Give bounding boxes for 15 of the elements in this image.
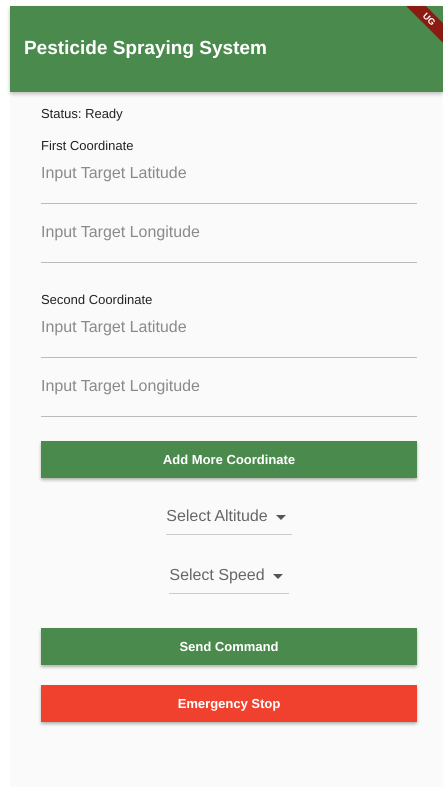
input-field[interactable]: Input Target Latitude <box>41 157 417 204</box>
section-label: Second Coordinate <box>41 292 154 307</box>
input-field[interactable]: Input Target Longitude <box>41 370 417 417</box>
input-field[interactable]: Input Target Latitude <box>41 311 417 358</box>
caret-icon <box>276 514 286 520</box>
status-text: Status: Ready <box>41 106 124 121</box>
action-button[interactable]: Emergency Stop <box>41 685 417 722</box>
caret-icon <box>272 574 283 578</box>
dropdown[interactable]: Select Altitude <box>166 508 292 535</box>
action-button[interactable]: Send Command <box>41 628 417 665</box>
dropdown[interactable]: Select Speed <box>169 567 289 594</box>
section-label: First Coordinate <box>41 138 134 153</box>
add-coordinate-button[interactable]: Add More Coordinate <box>41 441 417 478</box>
input-field[interactable]: Input Target Longitude <box>41 216 417 263</box>
app-title: Pesticide Spraying System <box>24 38 267 60</box>
